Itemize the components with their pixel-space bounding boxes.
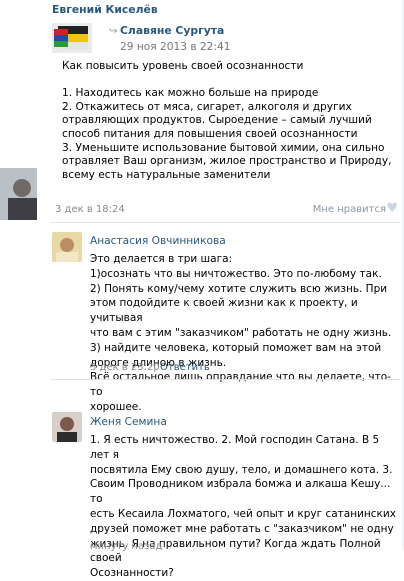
side-avatar[interactable]: [0, 168, 37, 220]
post-text: Как повысить уровень своей осознанности …: [62, 60, 392, 181]
comment-author-link[interactable]: Женя Семина: [90, 416, 167, 428]
source-community-link[interactable]: Славяне Сургута: [120, 24, 224, 37]
repost-arrow-icon: ↪: [109, 26, 118, 37]
reply-link[interactable]: Ответить: [160, 362, 210, 373]
comment-text: 1. Я есть ничтожество. 2. Мой господин С…: [90, 434, 396, 580]
comment-author-link[interactable]: Анастасия Овчинникова: [90, 235, 226, 247]
source-date[interactable]: 29 ноя 2013 в 22:41: [120, 41, 230, 53]
divider: [50, 379, 400, 380]
comment-avatar[interactable]: [52, 232, 82, 262]
post-author-link[interactable]: Евгений Киселёв: [52, 3, 158, 16]
divider: [50, 222, 400, 223]
comment-avatar[interactable]: [52, 412, 82, 442]
comment-text: Это делается в три шага: 1)осознать что …: [90, 253, 392, 413]
comment-date[interactable]: 3 дек в 23:20: [90, 362, 160, 373]
heart-icon[interactable]: ♥: [386, 201, 398, 216]
like-button[interactable]: Мне нравится: [313, 204, 386, 215]
community-flag-icon[interactable]: [52, 23, 92, 53]
reply-separator: |: [153, 362, 157, 373]
comment-date[interactable]: минуту назад: [90, 541, 162, 552]
post-date[interactable]: 3 дек в 18:24: [55, 204, 125, 215]
